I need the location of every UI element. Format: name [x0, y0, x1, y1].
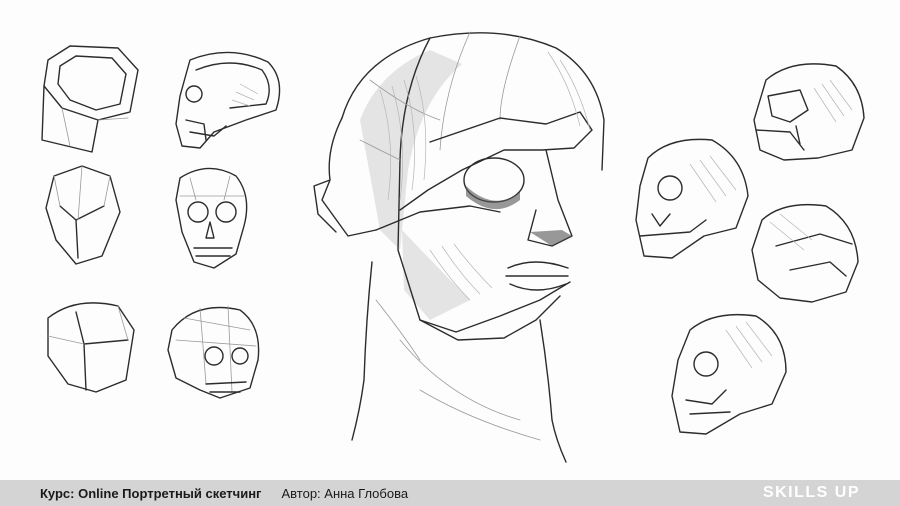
skull-side-view [175, 51, 281, 149]
skull-right-top [753, 63, 865, 161]
skull-right-middle-right [751, 203, 859, 303]
skull-three-quarter-view [167, 305, 260, 399]
brand-logo: SKILLS UP [762, 484, 860, 501]
sketch-illustration [41, 31, 865, 463]
course-title: Курс: Online Портретный скетчинг [40, 485, 262, 501]
skull-right-middle-left [635, 138, 749, 259]
skull-block-front-view [45, 165, 121, 265]
sketch-canvas: Курс: Online Портретный скетчинг Автор: … [0, 0, 900, 506]
skull-front-view [175, 167, 248, 269]
skull-right-bottom [671, 313, 787, 435]
author-name: Автор: Анна Глобова [281, 485, 409, 501]
skull-block-side-view [41, 45, 139, 153]
caption-bar: Курс: Online Портретный скетчинг Автор: … [0, 480, 900, 506]
anatomical-head-study [313, 31, 605, 463]
skull-block-three-quarter [47, 302, 135, 393]
